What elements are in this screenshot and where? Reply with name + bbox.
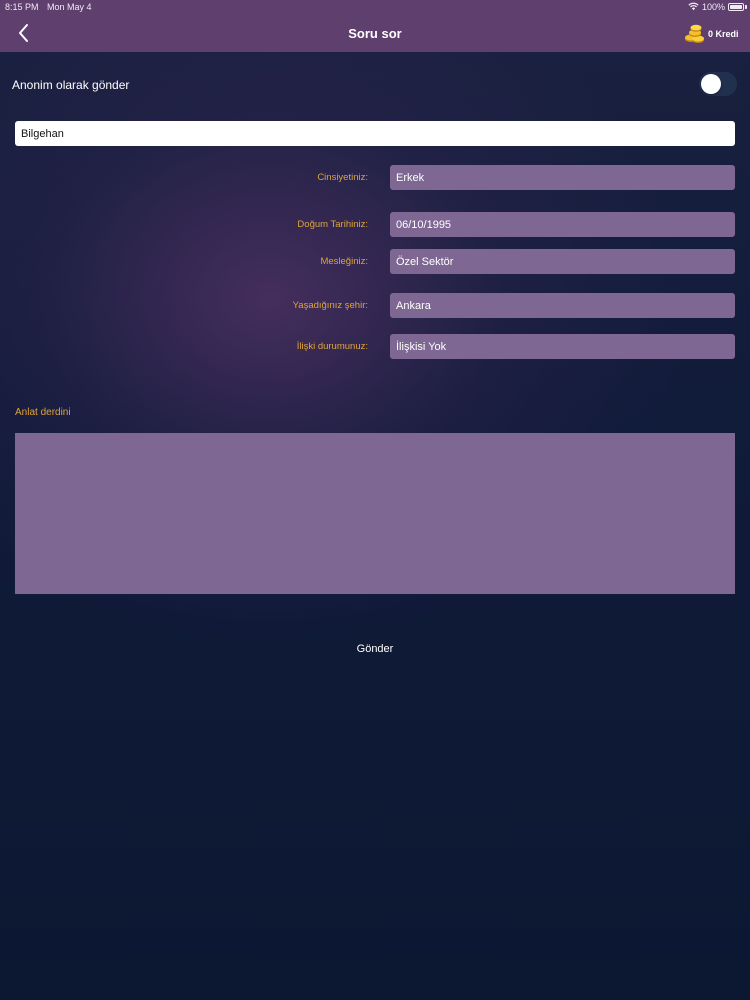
status-time: 8:15 PM — [5, 2, 39, 12]
anonymous-label: Anonim olarak gönder — [12, 78, 130, 92]
birthdate-label: Doğum Tarihiniz: — [297, 219, 368, 230]
wifi-icon — [688, 2, 699, 13]
relationship-label: İlişki durumunuz: — [296, 341, 368, 352]
occupation-label: Mesleğiniz: — [320, 256, 368, 267]
relationship-field[interactable]: İlişkisi Yok — [390, 334, 735, 359]
battery-percent: 100% — [702, 2, 726, 12]
status-bar: 8:15 PM Mon May 4 100% — [0, 0, 750, 14]
gender-label: Cinsiyetiniz: — [317, 172, 368, 183]
battery-tip — [745, 5, 747, 9]
battery-icon — [728, 3, 744, 11]
page-title: Soru sor — [348, 26, 402, 41]
gender-field[interactable]: Erkek — [390, 165, 735, 190]
credits-button[interactable]: 0 Kredi — [684, 22, 739, 46]
city-field[interactable]: Ankara — [390, 293, 735, 318]
birthdate-field[interactable]: 06/10/1995 — [390, 212, 735, 237]
submit-button[interactable]: Gönder — [325, 638, 425, 660]
name-input[interactable]: Bilgehan — [15, 121, 735, 146]
toggle-knob — [701, 74, 721, 94]
message-label: Anlat derdini — [15, 407, 71, 418]
credits-label: 0 Kredi — [708, 29, 739, 39]
nav-bar: Soru sor 0 Kredi — [0, 14, 750, 52]
message-textarea[interactable] — [15, 433, 735, 594]
status-date: Mon May 4 — [47, 2, 92, 12]
coins-icon — [685, 24, 704, 43]
anonymous-toggle[interactable] — [699, 72, 737, 96]
city-label: Yaşadığınız şehir: — [292, 300, 368, 311]
occupation-field[interactable]: Özel Sektör — [390, 249, 735, 274]
